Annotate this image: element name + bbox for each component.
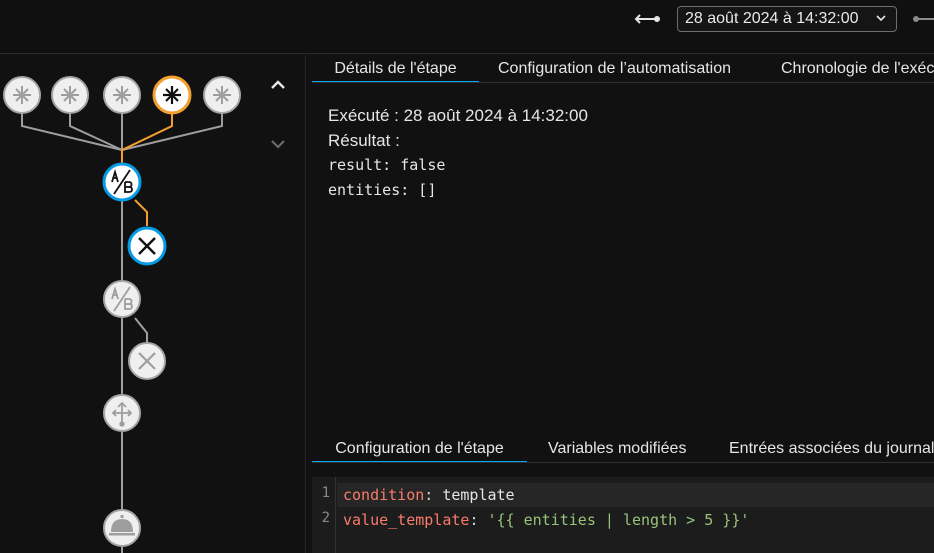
yaml-separator: : (424, 486, 443, 504)
trace-graph-panel (0, 55, 306, 553)
result-label: Résultat : (328, 131, 400, 150)
chevron-up-icon[interactable] (264, 72, 292, 98)
trace-graph (3, 75, 241, 553)
tab-changed-variables[interactable]: Variables modifiées (548, 435, 686, 462)
trigger-node-1[interactable] (3, 76, 41, 114)
tab-step-config[interactable]: Configuration de l'étape (312, 435, 527, 462)
executed-label: Exécuté : 28 août 2024 à 14:32:00 (328, 106, 588, 125)
details-panel: Détails de l'étape Configuration de l’au… (307, 55, 934, 553)
yaml-editor[interactable]: 1 2 condition: template value_template: … (312, 477, 934, 553)
run-select[interactable]: 28 août 2024 à 14:32:00 (677, 6, 897, 32)
chevron-down-icon[interactable] (264, 131, 292, 157)
chevron-down-icon (876, 15, 886, 22)
stop-node-active[interactable] (127, 226, 167, 266)
trigger-node-2[interactable] (51, 76, 89, 114)
yaml-key: condition (343, 486, 425, 504)
step-details: Exécuté : 28 août 2024 à 14:32:00 Résult… (328, 103, 588, 203)
arrow-right-icon[interactable] (910, 9, 934, 29)
line-gutter: 1 2 (312, 477, 336, 553)
condition-node-active[interactable] (102, 162, 142, 202)
tab-automation-config[interactable]: Configuration de l’automatisation (498, 55, 731, 82)
run-select-value: 28 août 2024 à 14:32:00 (685, 10, 859, 27)
tab-step-details[interactable]: Détails de l'étape (312, 55, 479, 82)
top-bar: 28 août 2024 à 14:32:00 (0, 0, 934, 54)
tab-run-timeline[interactable]: Chronologie de l'exécution (781, 55, 934, 82)
line-number: 1 (321, 485, 330, 501)
step-tabs: Configuration de l'étape Variables modif… (312, 435, 934, 463)
line-number: 2 (321, 510, 330, 526)
result-line: result: false (328, 156, 446, 174)
choose-node[interactable] (103, 394, 141, 432)
trace-tabs: Détails de l'étape Configuration de l’au… (312, 55, 934, 83)
tab-logbook-entries[interactable]: Entrées associées du journal (729, 435, 934, 462)
yaml-value: template (442, 486, 515, 504)
yaml-separator: : (469, 511, 488, 529)
condition-node[interactable] (103, 280, 141, 318)
trigger-node-5[interactable] (203, 76, 241, 114)
code-line: condition: template (337, 483, 934, 507)
trigger-node-3[interactable] (103, 76, 141, 114)
stop-node[interactable] (128, 342, 166, 380)
trigger-node-active[interactable] (152, 75, 192, 115)
code-line: value_template: '{{ entities | length > … (343, 508, 749, 532)
yaml-value: '{{ entities | length > 5 }}' (487, 511, 750, 529)
arrow-left-icon[interactable] (632, 9, 662, 29)
result-line: entities: [] (328, 181, 437, 199)
service-node[interactable] (103, 509, 141, 547)
yaml-key: value_template (343, 511, 470, 529)
